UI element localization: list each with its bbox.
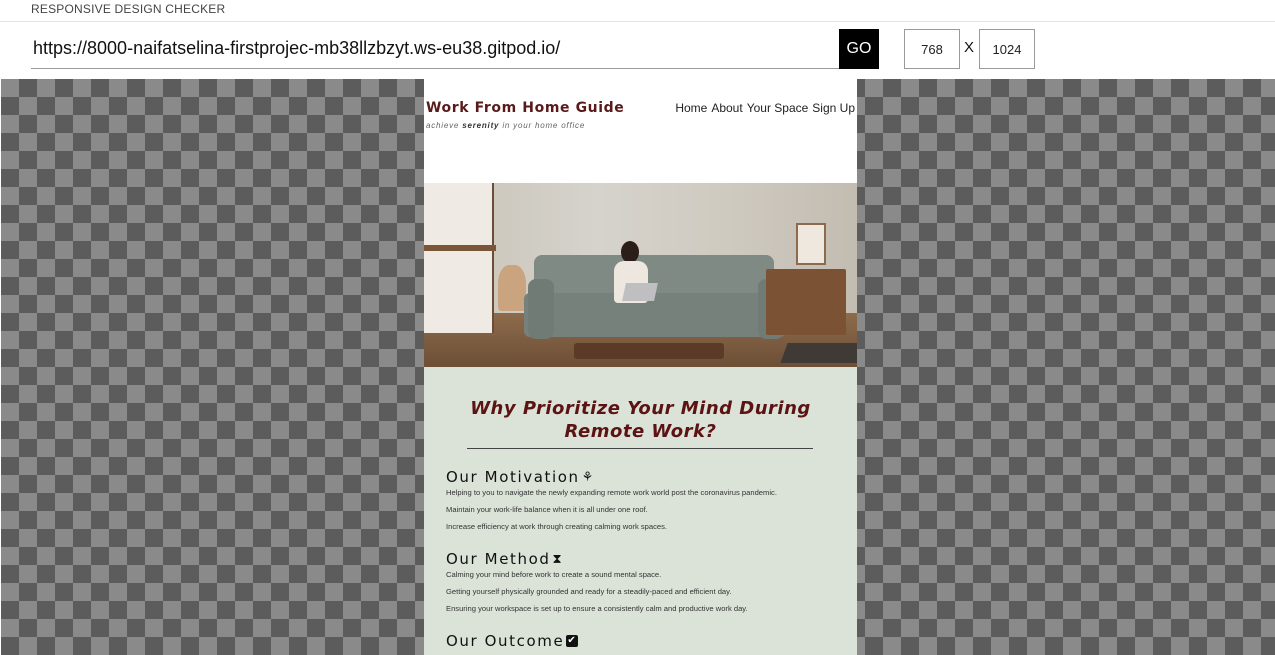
section-title: Our Motivation ⚘ (446, 468, 857, 486)
section-title: Our Method ⧗ (446, 550, 857, 568)
tagline-start: achieve (426, 121, 463, 130)
site-nav: Home About Your Space Sign Up (675, 101, 855, 115)
hero-shelf-board (424, 245, 496, 251)
section-motivation: Our Motivation ⚘ Helping to you to navig… (424, 468, 857, 531)
page-heading: Why Prioritize Your Mind During Remote W… (470, 398, 811, 442)
hero-cabinet (766, 269, 846, 335)
section-line: Maintain your work-life balance when it … (446, 505, 648, 514)
site-brand[interactable]: Work From Home Guide (426, 100, 624, 116)
height-input[interactable] (979, 29, 1035, 69)
section-outcome: Our Outcome ✔ (424, 632, 857, 650)
hero-shelf (424, 183, 494, 333)
tagline-end: in your home office (499, 121, 586, 130)
hero-sofa-seat (524, 293, 786, 337)
hero-coffee-table (574, 343, 724, 359)
hero-person-head (621, 241, 639, 263)
app-title: RESPONSIVE DESIGN CHECKER (31, 2, 226, 16)
seedling-icon: ⚘ (581, 469, 595, 485)
hero-lamp (498, 265, 526, 311)
preview-frame[interactable]: Work From Home Guide achieve serenity in… (424, 79, 857, 655)
hero-picture-frame (796, 223, 826, 265)
nav-home[interactable]: Home (675, 101, 707, 115)
section-method: Our Method ⧗ Calming your mind before wo… (424, 550, 857, 613)
url-input[interactable] (31, 29, 839, 69)
tagline-emphasis: serenity (462, 121, 500, 130)
hero-rug (780, 343, 857, 363)
go-button[interactable]: GO (839, 29, 879, 69)
nav-about[interactable]: About (711, 101, 742, 115)
section-title: Our Outcome ✔ (446, 632, 857, 650)
content-section: Why Prioritize Your Mind During Remote W… (424, 367, 857, 655)
nav-sign-up[interactable]: Sign Up (812, 101, 855, 115)
section-line: Increase efficiency at work through crea… (446, 522, 668, 531)
site-tagline: achieve serenity in your home office (426, 121, 585, 130)
heading-divider (467, 448, 813, 449)
check-square-icon: ✔ (566, 635, 579, 647)
section-title-text: Our Outcome (446, 632, 565, 650)
section-title-text: Our Motivation (446, 468, 580, 486)
nav-your-space[interactable]: Your Space (747, 101, 809, 115)
hourglass-icon: ⧗ (552, 551, 564, 567)
hero-image (424, 183, 857, 367)
section-line: Calming your mind before work to create … (446, 570, 662, 579)
width-input[interactable] (904, 29, 960, 69)
hero-laptop (622, 283, 658, 301)
header-divider (0, 21, 1275, 22)
section-line: Helping to you to navigate the newly exp… (446, 488, 777, 497)
section-title-text: Our Method (446, 550, 551, 568)
section-line: Getting yourself physically grounded and… (446, 587, 732, 596)
section-line: Ensuring your workspace is set up to ens… (446, 604, 748, 613)
dimension-separator: X (964, 39, 975, 56)
hero-sofa-arm-left (528, 279, 554, 339)
site-header: Work From Home Guide achieve serenity in… (424, 79, 857, 183)
